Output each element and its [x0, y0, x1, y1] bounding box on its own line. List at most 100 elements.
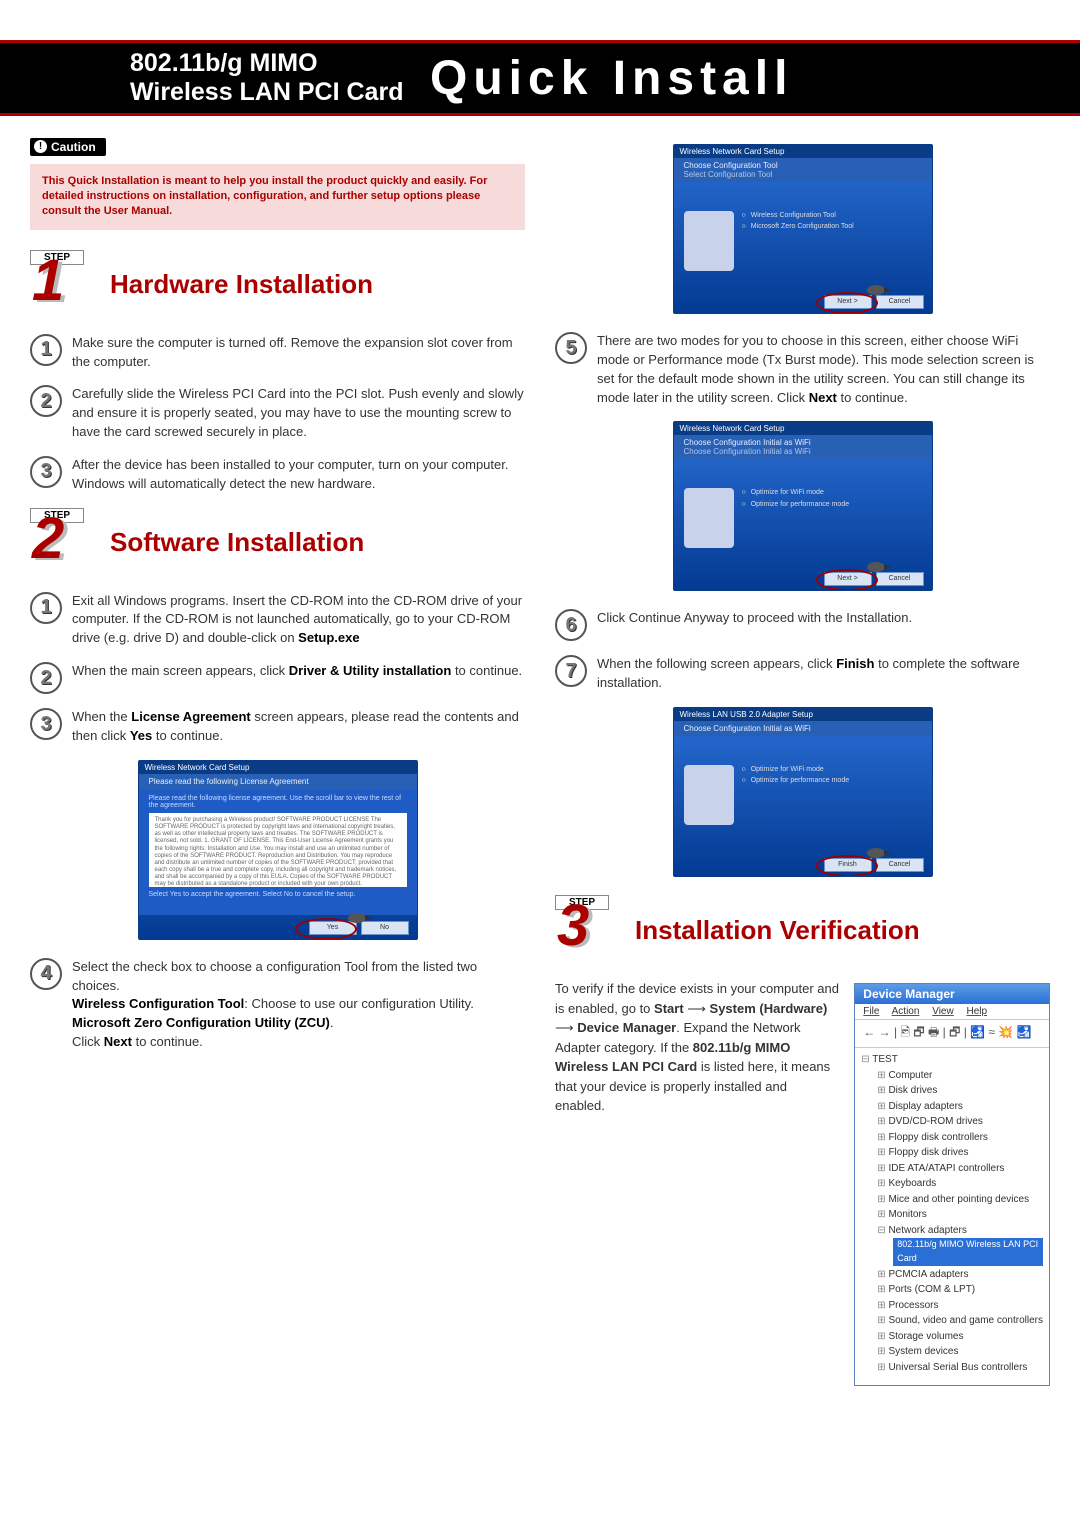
radio-option[interactable]: Microsoft Zero Configuration Tool: [742, 221, 922, 232]
step2-title: Software Installation: [110, 527, 525, 558]
sw-step-4-text: Select the check box to choose a configu…: [72, 958, 525, 1052]
tree-item[interactable]: Storage volumes: [861, 1329, 1043, 1345]
cancel-button[interactable]: Cancel: [876, 295, 924, 309]
step2-badge: STEP 2 2: [30, 508, 100, 578]
t: to continue.: [152, 728, 223, 743]
dm-tree: TEST Computer Disk drives Display adapte…: [855, 1048, 1049, 1385]
tree-item[interactable]: Display adapters: [861, 1099, 1043, 1115]
content-columns: ! Caution This Quick Installation is mea…: [0, 116, 1080, 1386]
device-manager-panel: Device Manager File Action View Help ← →…: [854, 983, 1050, 1386]
pc-icon: [684, 765, 734, 825]
tree-item[interactable]: Mice and other pointing devices: [861, 1192, 1043, 1208]
left-column: ! Caution This Quick Installation is mea…: [30, 136, 525, 1386]
pen-icon: [866, 560, 892, 574]
radio-option[interactable]: Optimize for WiFi mode: [742, 764, 922, 775]
t: Disk drives: [888, 1085, 937, 1096]
caution-label: Caution: [51, 140, 96, 154]
radio-option[interactable]: Optimize for performance mode: [742, 775, 922, 786]
product-name-line2: Wireless LAN PCI Card: [130, 78, 430, 107]
license-screenshot: Wireless Network Card Setup Please read …: [138, 760, 418, 940]
t-bold: Wireless Configuration Tool: [72, 996, 244, 1011]
t: : Choose to use our configuration Utilit…: [244, 996, 474, 1011]
t-bold: Device Manager: [577, 1020, 676, 1035]
mode-screenshot: Wireless Network Card Setup Choose Confi…: [673, 421, 933, 591]
tree-item[interactable]: Ports (COM & LPT): [861, 1282, 1043, 1298]
radio-option[interactable]: Optimize for WiFi mode: [742, 487, 922, 498]
t: Monitors: [888, 1209, 926, 1220]
options: Optimize for WiFi mode Optimize for perf…: [742, 746, 922, 844]
menu-action[interactable]: Action: [892, 1006, 920, 1017]
hw-step-3: 3 After the device has been installed to…: [30, 456, 525, 494]
lic-accept: Select Yes to accept the agreement. Sele…: [149, 891, 407, 898]
verify-text: To verify if the device exists in your c…: [555, 979, 840, 1116]
tree-item[interactable]: Computer: [861, 1068, 1043, 1084]
t-bold: Microsoft Zero Configuration Utility (ZC…: [72, 1015, 330, 1030]
t: When the main screen appears, click: [72, 663, 289, 678]
tree-item[interactable]: PCMCIA adapters: [861, 1267, 1043, 1283]
t: Ports (COM & LPT): [888, 1284, 975, 1295]
step1-title: Hardware Installation: [110, 269, 525, 300]
tree-item[interactable]: Disk drives: [861, 1083, 1043, 1099]
radio-option[interactable]: Wireless Configuration Tool: [742, 210, 922, 221]
tree-item-selected[interactable]: 802.11b/g MIMO Wireless LAN PCI Card: [893, 1238, 1043, 1266]
t: DVD/CD-ROM drives: [888, 1116, 982, 1127]
step2-header: STEP 2 2 Software Installation: [30, 508, 525, 578]
sw-step-7-text: When the following screen appears, click…: [597, 655, 1050, 693]
pen-icon: [347, 911, 373, 925]
numcircle-1: 1: [30, 334, 62, 366]
cancel-button[interactable]: Cancel: [876, 572, 924, 586]
t: IDE ATA/ATAPI controllers: [888, 1163, 1004, 1174]
t: Floppy disk controllers: [888, 1132, 987, 1143]
verify-row: To verify if the device exists in your c…: [555, 979, 1050, 1386]
win-body: Please read the following license agreem…: [139, 789, 417, 915]
tree-item[interactable]: DVD/CD-ROM drives: [861, 1114, 1043, 1130]
t: .: [330, 1015, 334, 1030]
numcircle-4: 4: [30, 958, 62, 990]
sw-step-6-text: Click Continue Anyway to proceed with th…: [597, 609, 912, 641]
t: TEST: [872, 1054, 898, 1065]
caution-box: This Quick Installation is meant to help…: [30, 164, 525, 230]
tree-item-network[interactable]: Network adapters: [861, 1223, 1043, 1239]
hw-step-2: 2 Carefully slide the Wireless PCI Card …: [30, 385, 525, 442]
tree-item[interactable]: Floppy disk controllers: [861, 1130, 1043, 1146]
arrow-icon: ⟶: [555, 1020, 577, 1035]
lic-textbox: Thank you for purchasing a Wireless prod…: [149, 813, 407, 887]
t-bold: Next: [809, 390, 837, 405]
win-title: Wireless LAN USB 2.0 Adapter Setup: [674, 708, 932, 721]
sw-step-5-text: There are two modes for you to choose in…: [597, 332, 1050, 407]
win-body: Optimize for WiFi mode Optimize for perf…: [674, 736, 932, 854]
sw-step-7: 7 When the following screen appears, cli…: [555, 655, 1050, 693]
dm-title: Device Manager: [855, 984, 1049, 1004]
menu-help[interactable]: Help: [967, 1006, 988, 1017]
step3-badge: STEP 3 3: [555, 895, 625, 965]
menu-file[interactable]: File: [863, 1006, 879, 1017]
dm-toolbar[interactable]: ← → | 🖻 🗗 🖶 | 🗗 | 🛃 ≈ 💥 🛃: [855, 1020, 1049, 1048]
exclamation-icon: !: [34, 140, 47, 153]
sw-step-1: 1 Exit all Windows programs. Insert the …: [30, 592, 525, 649]
step3-title: Installation Verification: [635, 915, 1050, 946]
radio-option[interactable]: Optimize for performance mode: [742, 499, 922, 510]
tree-item[interactable]: Floppy disk drives: [861, 1145, 1043, 1161]
t: System devices: [888, 1346, 958, 1357]
t-bold: Finish: [836, 656, 874, 671]
win-body: Wireless Configuration Tool Microsoft Ze…: [674, 182, 932, 300]
tree-item[interactable]: System devices: [861, 1344, 1043, 1360]
pc-icon: [684, 211, 734, 271]
cancel-button[interactable]: Cancel: [876, 858, 924, 872]
t: Choose Configuration Initial as WiFi: [684, 438, 926, 447]
t: to continue.: [451, 663, 522, 678]
menu-view[interactable]: View: [932, 1006, 954, 1017]
win-heading: Choose Configuration Initial as WiFi: [674, 721, 932, 736]
tree-item[interactable]: IDE ATA/ATAPI controllers: [861, 1161, 1043, 1177]
pen-icon: [866, 283, 892, 297]
tree-item[interactable]: Universal Serial Bus controllers: [861, 1360, 1043, 1376]
tree-root[interactable]: TEST: [861, 1052, 1043, 1068]
tree-item[interactable]: Processors: [861, 1298, 1043, 1314]
t-bold: Driver & Utility installation: [289, 663, 452, 678]
tree-item[interactable]: Keyboards: [861, 1176, 1043, 1192]
tree-item[interactable]: Sound, video and game controllers: [861, 1313, 1043, 1329]
tree-item[interactable]: Monitors: [861, 1207, 1043, 1223]
hw-step-2-text: Carefully slide the Wireless PCI Card in…: [72, 385, 525, 442]
t-bold: License Agreement: [131, 709, 250, 724]
t: Mice and other pointing devices: [888, 1194, 1029, 1205]
